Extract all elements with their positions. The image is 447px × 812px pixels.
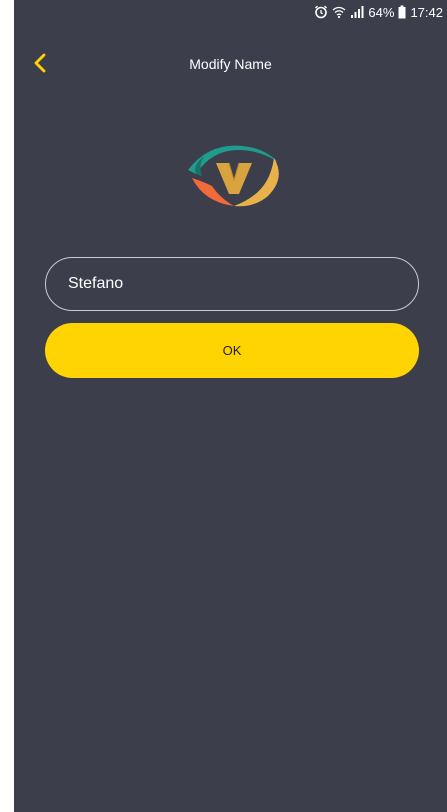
nav-bar: Modify Name xyxy=(14,40,447,90)
app-screen: 64% 17:42 Modify Name Stefano OK xyxy=(14,0,447,812)
battery-icon xyxy=(398,5,406,19)
app-logo-icon xyxy=(188,145,279,207)
name-input[interactable] xyxy=(45,257,419,311)
status-time: 17:42 xyxy=(410,4,443,20)
status-bar: 64% 17:42 xyxy=(14,0,447,24)
ok-button[interactable]: OK xyxy=(45,323,419,378)
signal-icon xyxy=(350,5,364,19)
wifi-icon xyxy=(332,5,346,19)
app-logo xyxy=(182,136,286,212)
alarm-icon xyxy=(314,5,328,19)
battery-percent: 64% xyxy=(368,4,395,20)
page-title: Modify Name xyxy=(189,56,272,72)
